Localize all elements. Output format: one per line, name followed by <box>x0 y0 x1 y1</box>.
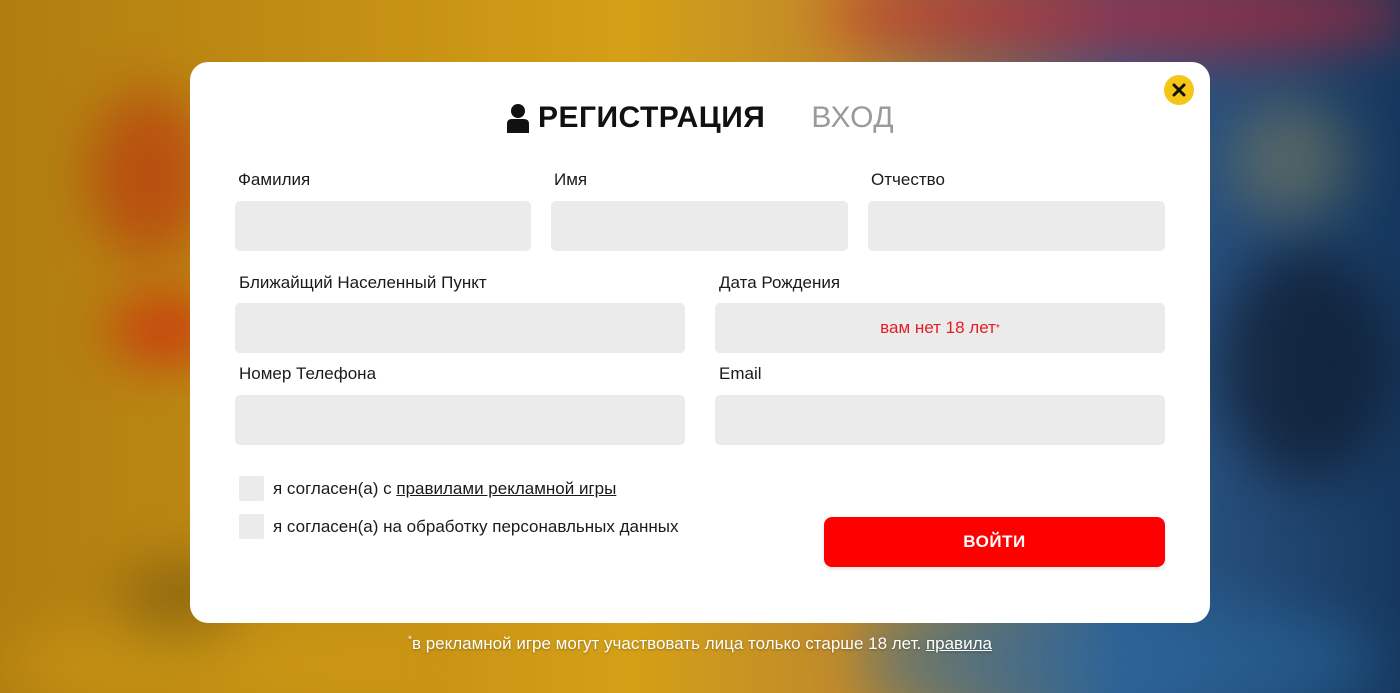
name-label: Имя <box>554 170 588 189</box>
birthdate-error-mark: * <box>995 322 1000 334</box>
footnote-text: в рекламной игре могут участвовать лица … <box>411 634 922 653</box>
personal-data-consent-label: я согласен(а) на обработку персонавльных… <box>273 516 679 536</box>
name-field[interactable] <box>551 201 848 251</box>
email-field[interactable] <box>715 395 1165 445</box>
rules-link[interactable]: правилами рекламной игры <box>396 479 616 498</box>
phone-label: Номер Телефона <box>239 364 377 383</box>
tab-login-label: ВХОД <box>811 101 895 134</box>
surname-field[interactable] <box>235 201 531 251</box>
city-label: Ближайщий Населенный Пункт <box>239 273 487 292</box>
phone-field[interactable] <box>235 395 685 445</box>
city-field[interactable] <box>235 303 685 353</box>
age-footnote: *в рекламной игре могут участвовать лица… <box>0 634 1400 654</box>
birthdate-label: Дата Рождения <box>719 273 841 292</box>
login-submit-button[interactable]: ВОЙТИ <box>824 517 1165 567</box>
tab-registration-label: РЕГИСТРАЦИЯ <box>537 101 766 134</box>
auth-tabs: РЕГИСТРАЦИЯ ВХОД <box>190 95 1210 141</box>
birthdate-field[interactable]: вам нет 18 лет * <box>715 303 1165 353</box>
rules-consent-prefix: я согласен(а) с <box>273 478 392 498</box>
personal-data-consent-row: я согласен(а) на обработку персонавльных… <box>239 514 678 539</box>
user-icon <box>506 104 529 133</box>
patronymic-label: Отчество <box>871 170 945 189</box>
personal-data-consent-checkbox[interactable] <box>239 514 264 539</box>
patronymic-field[interactable] <box>868 201 1165 251</box>
rules-consent-row: я согласен(а) с правилами рекламной игры <box>239 476 616 501</box>
email-label: Email <box>719 364 762 383</box>
rules-consent-checkbox[interactable] <box>239 476 264 501</box>
registration-modal: РЕГИСТРАЦИЯ ВХОД Фамилия Имя Отчество Бл… <box>190 62 1210 623</box>
surname-label: Фамилия <box>238 170 311 189</box>
tab-registration[interactable]: РЕГИСТРАЦИЯ <box>506 101 765 135</box>
birthdate-error-text: вам нет 18 лет <box>880 318 996 337</box>
footnote-rules-link[interactable]: правила <box>926 634 992 653</box>
tab-login[interactable]: ВХОД <box>811 101 894 135</box>
rules-consent-label: я согласен(а) с правилами рекламной игры <box>273 479 616 499</box>
